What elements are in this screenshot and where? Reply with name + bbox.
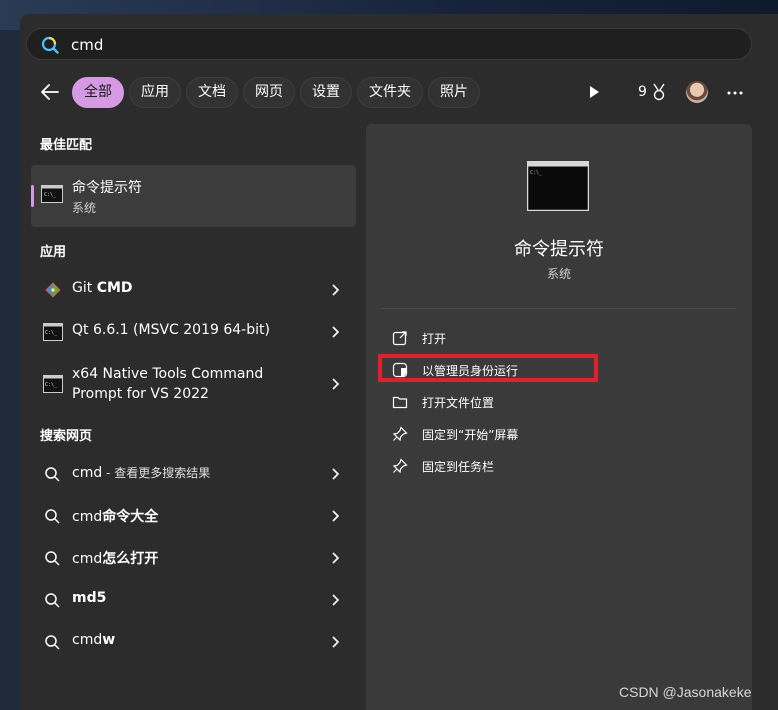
open-external-icon (392, 331, 407, 346)
watermark: CSDN @Jasonakeke (619, 684, 752, 700)
section-best-match: 最佳匹配 (40, 138, 93, 153)
filter-tab-settings[interactable]: 设置 (300, 77, 352, 108)
app-result-label: Qt 6.6.1 (MSVC 2019 64-bit) (72, 322, 270, 338)
search-icon (45, 509, 60, 524)
section-apps: 应用 (40, 245, 67, 260)
filter-tab-folders[interactable]: 文件夹 (357, 77, 423, 108)
more-options-icon[interactable] (726, 86, 744, 100)
web-result-label: cmdw (72, 632, 116, 648)
git-icon (45, 282, 61, 298)
play-icon[interactable] (586, 84, 602, 100)
filter-tab-all[interactable]: 全部 (72, 77, 124, 108)
svg-text:C:\_: C:\_ (45, 330, 58, 336)
search-icon (45, 593, 60, 608)
filter-tab-apps[interactable]: 应用 (129, 77, 181, 108)
detail-subtitle: 系统 (546, 267, 571, 281)
rewards-medal-icon[interactable] (650, 83, 668, 101)
filter-tab-documents[interactable]: 文档 (186, 77, 238, 108)
app-result-git-cmd[interactable]: Git CMD (31, 270, 356, 310)
search-icon (45, 467, 60, 482)
web-result[interactable]: cmd命令大全 (31, 496, 356, 536)
chevron-right-icon[interactable] (330, 594, 340, 606)
reward-count: 9 (638, 84, 647, 100)
app-result-label: Git CMD (72, 280, 133, 296)
chevron-right-icon[interactable] (330, 378, 340, 390)
best-match-subtitle: 系统 (72, 201, 97, 215)
app-result-qt[interactable]: C:\_ Qt 6.6.1 (MSVC 2019 64-bit) (31, 312, 356, 352)
console-icon: C:\_ (43, 323, 63, 341)
svg-text:C:\_: C:\_ (44, 192, 57, 198)
app-result-x64-native-tools[interactable]: C:\_ x64 Native Tools Command Prompt for… (31, 358, 356, 410)
chevron-right-icon[interactable] (330, 636, 340, 648)
detail-pane: C:\_ 命令提示符 系统 打开 以管理员身份运行 打开文件位置 固定到“开始”… (366, 124, 752, 710)
web-result-label: cmd命令大全 (72, 509, 159, 525)
filter-tab-photos[interactable]: 照片 (428, 77, 480, 108)
back-arrow-icon[interactable] (38, 80, 62, 104)
pin-icon (392, 426, 408, 442)
filter-tabs: 全部 应用 文档 网页 设置 文件夹 照片 (72, 77, 480, 108)
command-prompt-icon: C:\_ (41, 185, 63, 203)
selection-indicator (31, 185, 34, 207)
best-match-title: 命令提示符 (72, 180, 142, 196)
search-icon (45, 551, 60, 566)
svg-text:C:\_: C:\_ (530, 170, 543, 176)
chevron-right-icon[interactable] (330, 552, 340, 564)
chevron-right-icon[interactable] (330, 326, 340, 338)
chevron-right-icon[interactable] (330, 510, 340, 522)
app-result-label: x64 Native Tools Command Prompt for VS 2… (72, 366, 264, 402)
divider (382, 308, 736, 309)
folder-icon (392, 396, 408, 409)
console-icon: C:\_ (43, 375, 63, 393)
search-icon (41, 36, 59, 54)
chevron-right-icon[interactable] (330, 284, 340, 296)
search-icon (45, 635, 60, 650)
web-result[interactable]: cmdw (31, 622, 356, 662)
web-result-label: cmd - 查看更多搜索结果 (72, 465, 211, 481)
web-result[interactable]: md5 (31, 580, 356, 620)
chevron-right-icon[interactable] (330, 468, 340, 480)
best-match-result[interactable]: C:\_ 命令提示符 系统 (31, 165, 356, 227)
section-web: 搜索网页 (40, 429, 93, 444)
web-result-label: md5 (72, 590, 107, 606)
web-result-label: cmd怎么打开 (72, 551, 159, 567)
user-avatar[interactable] (686, 81, 708, 103)
filter-tab-web[interactable]: 网页 (243, 77, 295, 108)
web-result[interactable]: cmd怎么打开 (31, 538, 356, 578)
svg-text:C:\_: C:\_ (45, 382, 58, 388)
highlight-box (378, 354, 598, 382)
command-prompt-large-icon: C:\_ (527, 161, 589, 211)
web-result[interactable]: cmd - 查看更多搜索结果 (31, 454, 356, 494)
search-box[interactable] (26, 28, 752, 60)
detail-title: 命令提示符 (514, 239, 604, 260)
search-input[interactable] (69, 33, 733, 57)
pin-icon (392, 458, 408, 474)
